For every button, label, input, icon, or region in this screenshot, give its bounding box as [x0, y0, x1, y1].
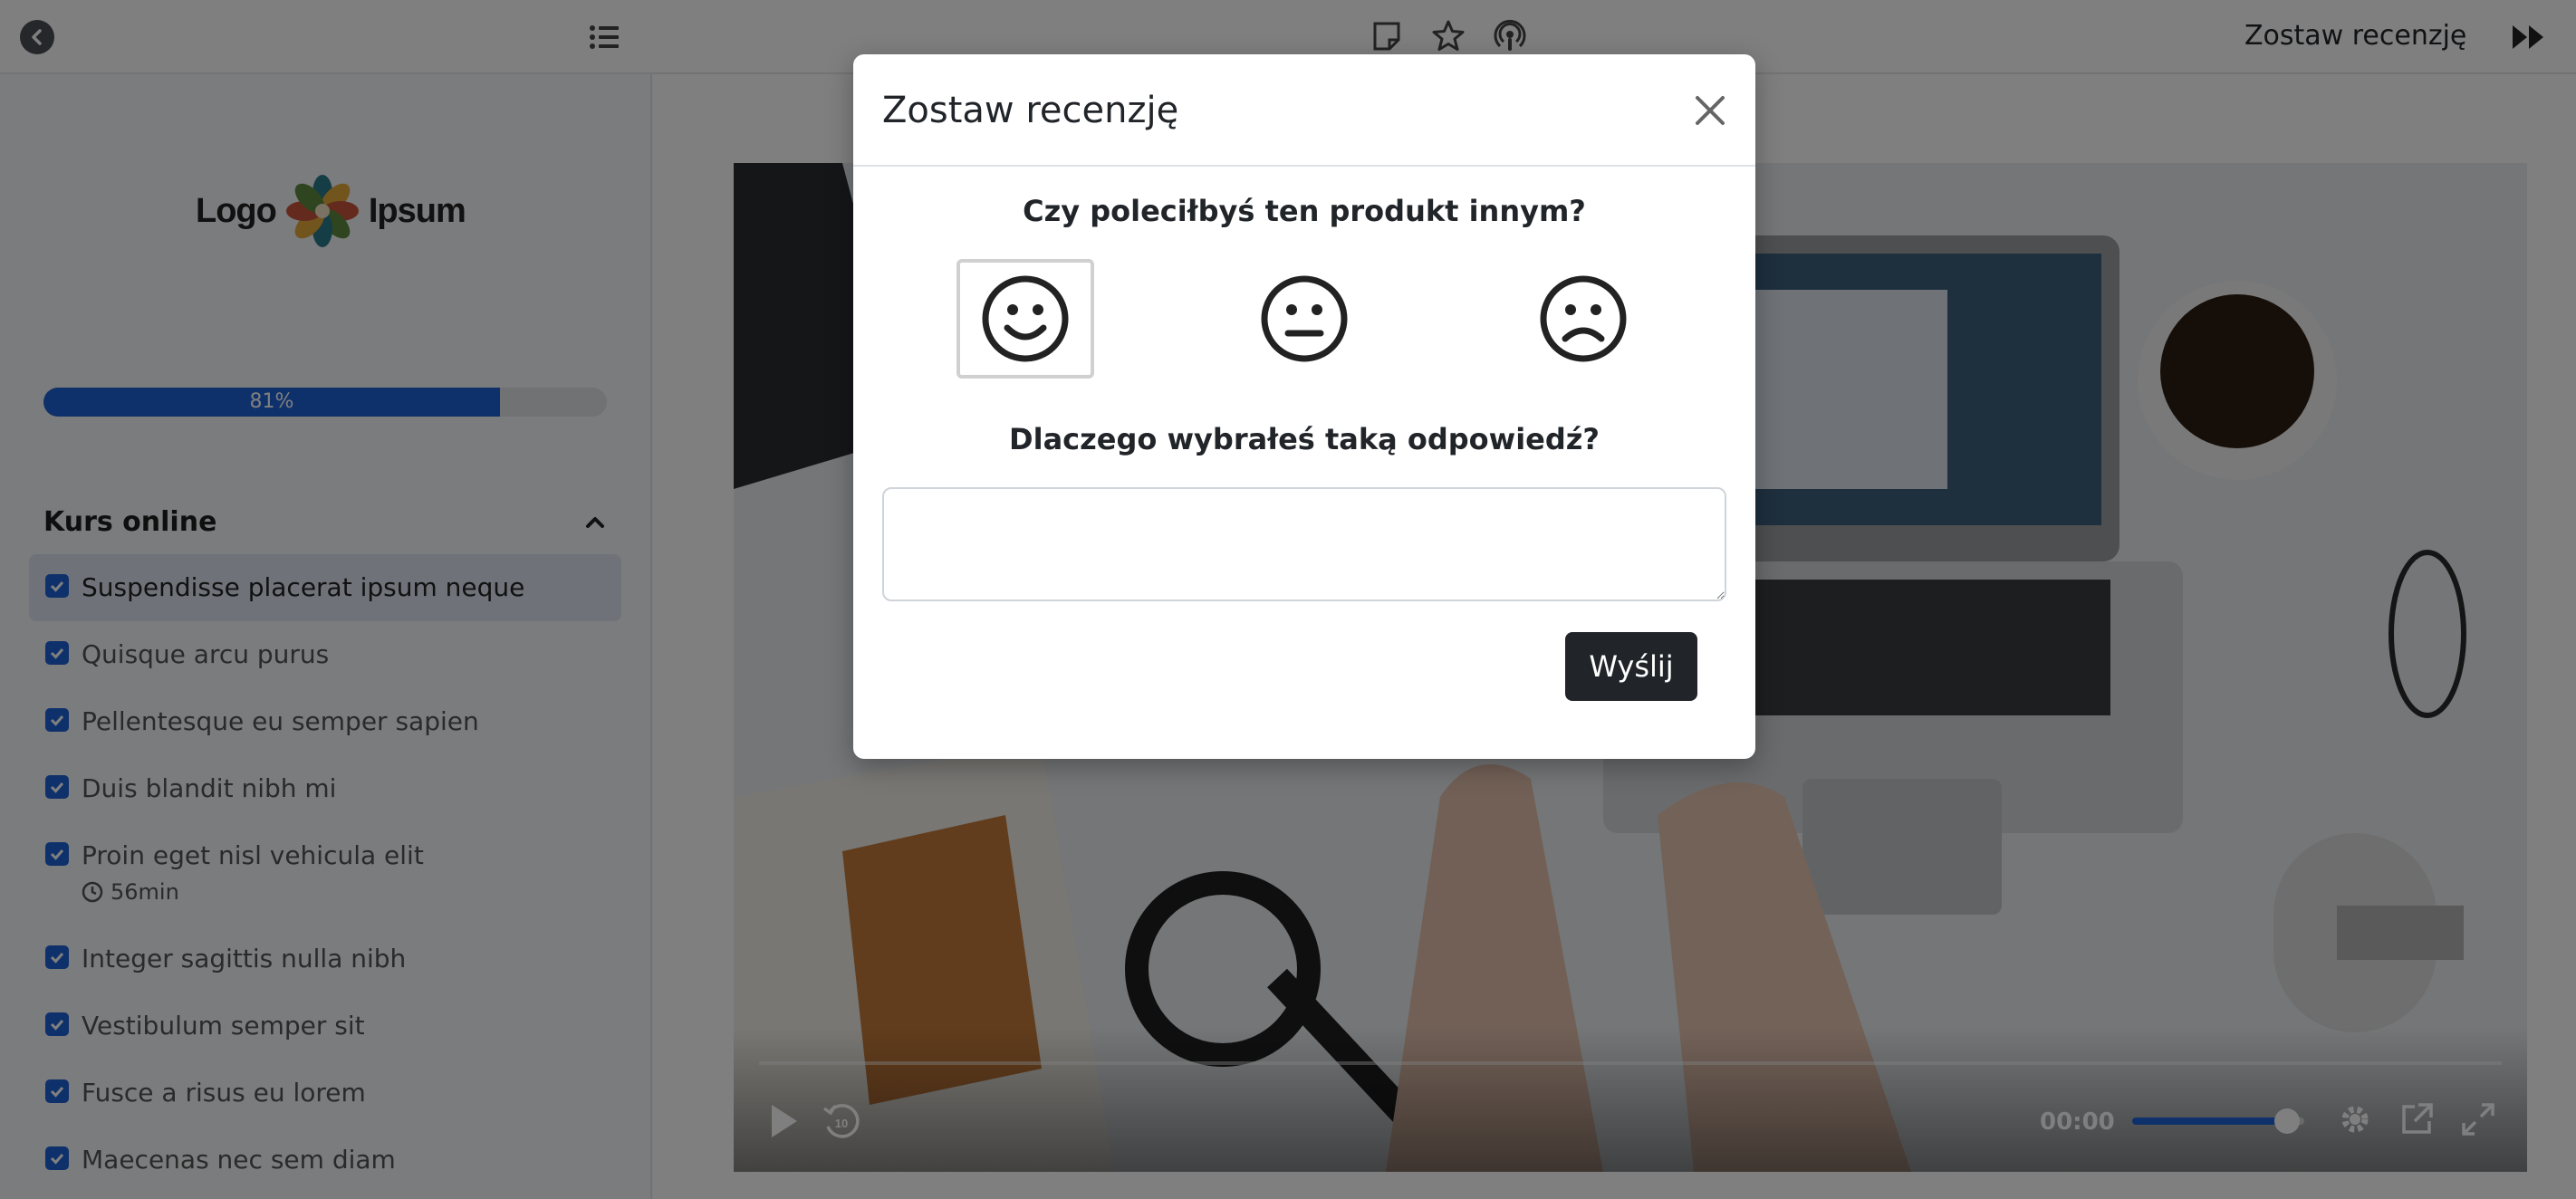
close-icon[interactable]	[1692, 92, 1728, 129]
neutral-face-icon	[1261, 275, 1348, 362]
question-reason: Dlaczego wybrałeś taką odpowiedź?	[1009, 422, 1600, 456]
sad-face-icon	[1540, 275, 1627, 362]
modal-title: Zostaw recenzję	[882, 90, 1179, 131]
rating-option-happy[interactable]	[956, 259, 1094, 379]
question-recommend: Czy poleciłbyś ten produkt innym?	[1023, 194, 1586, 228]
modal-header: Zostaw recenzję	[853, 54, 1755, 167]
rating-faces	[853, 259, 1755, 379]
rating-option-neutral[interactable]	[1235, 259, 1373, 379]
review-modal: Zostaw recenzję Czy poleciłbyś ten produ…	[853, 54, 1755, 759]
submit-button[interactable]: Wyślij	[1565, 632, 1697, 701]
rating-option-sad[interactable]	[1514, 259, 1652, 379]
smile-face-icon	[982, 275, 1069, 362]
reason-textarea[interactable]	[882, 487, 1726, 601]
